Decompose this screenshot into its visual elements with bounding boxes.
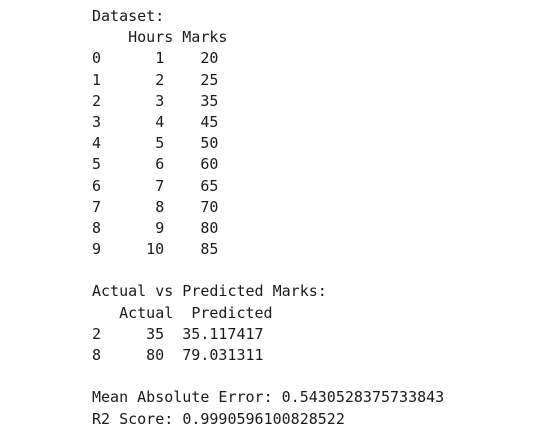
marks-cell: 80 (200, 218, 219, 237)
marks-cell: 70 (200, 197, 219, 216)
marks-cell: 35 (200, 91, 219, 110)
row-index: 7 (92, 197, 102, 216)
hours-cell: 10 (146, 240, 165, 259)
marks-cell: 45 (200, 112, 219, 131)
dataset-column-marks: Marks (182, 28, 228, 47)
r2-value: 0.9990596100828522 (182, 409, 345, 428)
predictions-header-row: Actual Predicted (92, 303, 444, 324)
row-index: 1 (92, 70, 102, 89)
r2-label: R2 Score: (92, 409, 174, 428)
dataset-rows: 0 1 20 1 2 25 2 3 35 3 4 45 4 5 50 5 6 60 6 7 65 7 8 70 8 9 80 9 10 8… (92, 48, 444, 260)
hours-cell: 6 (155, 155, 165, 174)
predicted-cell: 35.117417 (182, 324, 264, 343)
row-index: 3 (92, 112, 102, 131)
dataset-row: 0 1 20 (92, 48, 444, 69)
dataset-header-row: Hours Marks (92, 27, 444, 48)
hours-cell: 2 (155, 70, 165, 89)
hours-cell: 5 (155, 134, 165, 153)
r2-line: R2 Score: 0.9990596100828522 (92, 409, 444, 430)
row-index: 4 (92, 134, 102, 153)
predictions-heading: Actual vs Predicted Marks: (92, 282, 327, 301)
console-output: Dataset: Hours Marks 0 1 20 1 2 25 2 3 35 3 4 45 4 5 50 5 6… (92, 6, 444, 430)
prediction-row: 8 80 79.031311 (92, 345, 444, 366)
row-index: 2 (92, 91, 102, 110)
dataset-row: 4 5 50 (92, 133, 444, 154)
row-index: 6 (92, 176, 102, 195)
dataset-row: 9 10 85 (92, 239, 444, 260)
dataset-heading: Dataset: (92, 7, 165, 25)
dataset-row: 6 7 65 (92, 176, 444, 197)
dataset-row: 1 2 25 (92, 70, 444, 91)
row-index: 9 (92, 240, 102, 259)
row-index: 8 (92, 218, 102, 237)
hours-cell: 9 (155, 218, 165, 237)
marks-cell: 25 (200, 70, 219, 89)
dataset-row: 3 4 45 (92, 112, 444, 133)
predicted-cell: 79.031311 (182, 346, 264, 364)
actual-cell: 35 (146, 324, 165, 343)
dataset-row: 7 8 70 (92, 197, 444, 218)
prediction-rows: 2 35 35.117417 8 80 79.031311 (92, 324, 444, 366)
marks-cell: 65 (200, 176, 219, 195)
row-index: 8 (92, 346, 102, 364)
dataset-row: 5 6 60 (92, 154, 444, 175)
marks-cell: 50 (200, 134, 219, 153)
hours-cell: 7 (155, 176, 165, 195)
marks-cell: 60 (200, 155, 219, 174)
hours-cell: 3 (155, 91, 165, 110)
marks-cell: 85 (200, 240, 219, 259)
dataset-row: 8 9 80 (92, 218, 444, 239)
mae-line: Mean Absolute Error: 0.5430528375733843 (92, 387, 444, 408)
actual-cell: 80 (146, 346, 165, 364)
predictions-column-actual: Actual (119, 303, 174, 322)
row-index: 0 (92, 49, 102, 68)
dataset-row: 2 3 35 (92, 91, 444, 112)
hours-cell: 1 (155, 49, 165, 68)
dataset-column-hours: Hours (128, 28, 174, 47)
hours-cell: 4 (155, 112, 165, 131)
mae-label: Mean Absolute Error: (92, 388, 273, 407)
predictions-column-predicted: Predicted (191, 303, 273, 322)
prediction-row: 2 35 35.117417 (92, 324, 444, 345)
marks-cell: 20 (200, 49, 219, 68)
hours-cell: 8 (155, 197, 165, 216)
mae-value: 0.5430528375733843 (281, 388, 445, 407)
row-index: 5 (92, 155, 102, 174)
row-index: 2 (92, 324, 102, 343)
